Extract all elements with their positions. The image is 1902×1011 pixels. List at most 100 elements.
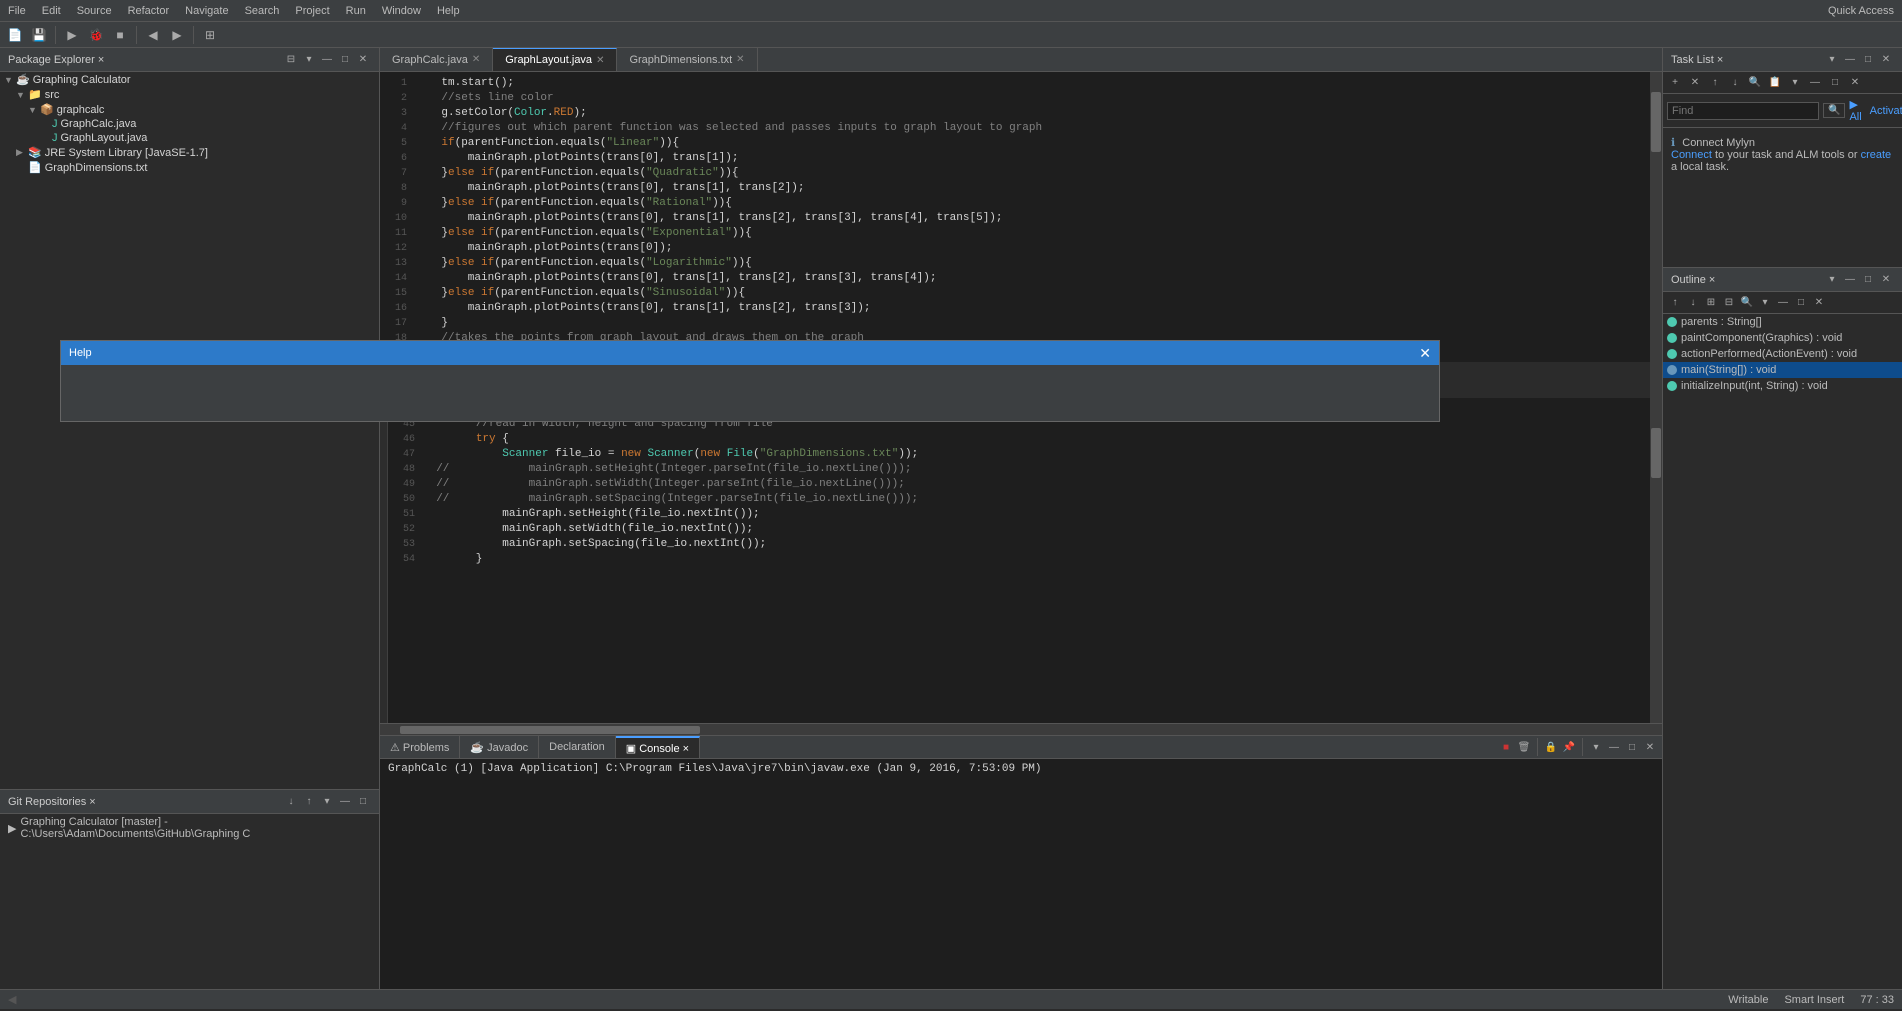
- console-pin-btn[interactable]: 📌: [1561, 739, 1577, 755]
- git-push-btn[interactable]: ↑: [301, 794, 317, 810]
- tab-graphlayout[interactable]: GraphLayout.java ✕: [493, 48, 617, 71]
- outline-item-main[interactable]: main(String[]) : void: [1663, 362, 1902, 378]
- tl-min-btn[interactable]: —: [1842, 52, 1858, 68]
- tree-jre[interactable]: ▶ 📚 JRE System Library [JavaSE-1.7]: [0, 145, 379, 160]
- task-find-all[interactable]: ▶ All: [1849, 98, 1861, 123]
- menu-navigate[interactable]: Navigate: [177, 3, 236, 19]
- menu-file[interactable]: File: [0, 3, 34, 19]
- console-stop-btn[interactable]: ■: [1498, 739, 1514, 755]
- outline-menu-btn[interactable]: ▾: [1824, 272, 1840, 288]
- code-editor-bottom[interactable]: 44 public static void main(String[] args…: [388, 398, 1650, 724]
- outline-close-btn[interactable]: ✕: [1878, 272, 1894, 288]
- tl-close-btn[interactable]: ✕: [1878, 52, 1894, 68]
- pe-min-btn[interactable]: —: [319, 52, 335, 68]
- tree-graphdimensions[interactable]: 📄 GraphDimensions.txt: [0, 160, 379, 175]
- toolbar-new[interactable]: 📄: [4, 25, 26, 45]
- outline-item-actionperformed[interactable]: actionPerformed(ActionEvent) : void: [1663, 346, 1902, 362]
- tab-graphcalc[interactable]: GraphCalc.java ✕: [380, 48, 493, 71]
- git-fetch-btn[interactable]: ↓: [283, 794, 299, 810]
- tl-toolbar-btn10[interactable]: ✕: [1847, 75, 1863, 91]
- tree-graphcalc-java[interactable]: J GraphCalc.java: [0, 117, 379, 131]
- outline-toolbar-btn7[interactable]: —: [1775, 295, 1791, 311]
- toolbar-perspective[interactable]: ⊞: [199, 25, 221, 45]
- vertical-scrollbar-top[interactable]: [1650, 72, 1662, 398]
- code-editor[interactable]: 1 tm.start(); 2 //sets line color 3 g.se…: [380, 72, 1650, 362]
- outline-toolbar-btn1[interactable]: ↑: [1667, 295, 1683, 311]
- toolbar-forward[interactable]: ▶: [166, 25, 188, 45]
- tl-toolbar-btn9[interactable]: □: [1827, 75, 1843, 91]
- tl-menu-btn[interactable]: ▾: [1824, 52, 1840, 68]
- help-dialog-close-btn[interactable]: ✕: [1419, 345, 1431, 362]
- scroll-thumb-top[interactable]: [1651, 92, 1661, 152]
- outline-toolbar-btn8[interactable]: □: [1793, 295, 1809, 311]
- menu-run[interactable]: Run: [338, 3, 374, 19]
- task-activate-btn[interactable]: Activate...: [1870, 105, 1902, 117]
- pe-collapse-btn[interactable]: ⊟: [283, 52, 299, 68]
- menu-source[interactable]: Source: [69, 3, 120, 19]
- tab-javadoc[interactable]: ☕ Javadoc: [460, 736, 539, 758]
- horizontal-scrollbar[interactable]: [380, 723, 1662, 735]
- tab-problems[interactable]: ⚠ Problems: [380, 736, 460, 758]
- console-max-btn[interactable]: □: [1624, 739, 1640, 755]
- task-find-search-btn[interactable]: 🔍: [1823, 103, 1845, 118]
- outline-item-initializeinput[interactable]: initializeInput(int, String) : void: [1663, 378, 1902, 394]
- outline-toolbar-btn3[interactable]: ⊞: [1703, 295, 1719, 311]
- tl-max-btn[interactable]: □: [1860, 52, 1876, 68]
- console-scroll-lock-btn[interactable]: 🔒: [1543, 739, 1559, 755]
- menu-help[interactable]: Help: [429, 3, 468, 19]
- task-find-input[interactable]: [1667, 102, 1819, 120]
- tab-declaration[interactable]: Declaration: [539, 736, 616, 758]
- outline-toolbar-btn5[interactable]: 🔍: [1739, 295, 1755, 311]
- tl-toolbar-btn3[interactable]: ↑: [1707, 75, 1723, 91]
- toolbar-save[interactable]: 💾: [28, 25, 50, 45]
- outline-toolbar-btn2[interactable]: ↓: [1685, 295, 1701, 311]
- tl-toolbar-btn1[interactable]: +: [1667, 75, 1683, 91]
- menu-project[interactable]: Project: [287, 3, 337, 19]
- vertical-scrollbar-bottom[interactable]: [1650, 398, 1662, 724]
- outline-toolbar-btn9[interactable]: ✕: [1811, 295, 1827, 311]
- tree-graphlayout-java[interactable]: J GraphLayout.java: [0, 131, 379, 145]
- git-menu-btn[interactable]: ▾: [319, 794, 335, 810]
- menu-refactor[interactable]: Refactor: [120, 3, 178, 19]
- menu-window[interactable]: Window: [374, 3, 429, 19]
- tl-toolbar-btn7[interactable]: ▾: [1787, 75, 1803, 91]
- pe-max-btn[interactable]: □: [337, 52, 353, 68]
- scroll-thumb-bottom[interactable]: [1651, 428, 1661, 478]
- console-close-btn[interactable]: ✕: [1642, 739, 1658, 755]
- tab-close-graphdimensions[interactable]: ✕: [736, 54, 744, 65]
- tl-toolbar-btn4[interactable]: ↓: [1727, 75, 1743, 91]
- console-clear-btn[interactable]: 🗑: [1516, 739, 1532, 755]
- toolbar-debug[interactable]: 🐞: [85, 25, 107, 45]
- console-min-btn[interactable]: —: [1606, 739, 1622, 755]
- pe-close-btn[interactable]: ✕: [355, 52, 371, 68]
- git-max-btn[interactable]: □: [355, 794, 371, 810]
- tab-graphdimensions[interactable]: GraphDimensions.txt ✕: [617, 48, 757, 71]
- menu-search[interactable]: Search: [237, 3, 288, 19]
- h-scroll-thumb[interactable]: [400, 726, 700, 734]
- outline-item-paintcomponent[interactable]: paintComponent(Graphics) : void: [1663, 330, 1902, 346]
- tl-toolbar-btn2[interactable]: ✕: [1687, 75, 1703, 91]
- git-repo-item[interactable]: ▶ Graphing Calculator [master] - C:\User…: [0, 814, 379, 842]
- pe-menu-btn[interactable]: ▾: [301, 52, 317, 68]
- tl-toolbar-btn6[interactable]: 📋: [1767, 75, 1783, 91]
- tl-toolbar-btn5[interactable]: 🔍: [1747, 75, 1763, 91]
- tab-close-graphcalc[interactable]: ✕: [472, 54, 480, 65]
- toolbar-stop[interactable]: ■: [109, 25, 131, 45]
- menu-edit[interactable]: Edit: [34, 3, 69, 19]
- connect-link[interactable]: Connect: [1671, 149, 1712, 161]
- outline-item-parents[interactable]: parents : String[]: [1663, 314, 1902, 330]
- toolbar-run[interactable]: ▶: [61, 25, 83, 45]
- quick-access[interactable]: Quick Access: [1820, 3, 1902, 19]
- outline-toolbar-btn4[interactable]: ⊟: [1721, 295, 1737, 311]
- console-menu-btn[interactable]: ▾: [1588, 739, 1604, 755]
- toolbar-back[interactable]: ◀: [142, 25, 164, 45]
- tree-src[interactable]: ▼ 📁 src: [0, 87, 379, 102]
- tab-close-graphlayout[interactable]: ✕: [596, 55, 604, 66]
- tree-graphcalc[interactable]: ▼ 📦 graphcalc: [0, 102, 379, 117]
- tl-toolbar-btn8[interactable]: —: [1807, 75, 1823, 91]
- outline-max-btn[interactable]: □: [1860, 272, 1876, 288]
- git-min-btn[interactable]: —: [337, 794, 353, 810]
- outline-min-btn[interactable]: —: [1842, 272, 1858, 288]
- tab-console[interactable]: ▣ Console ×: [616, 736, 700, 758]
- create-link[interactable]: create: [1861, 149, 1892, 161]
